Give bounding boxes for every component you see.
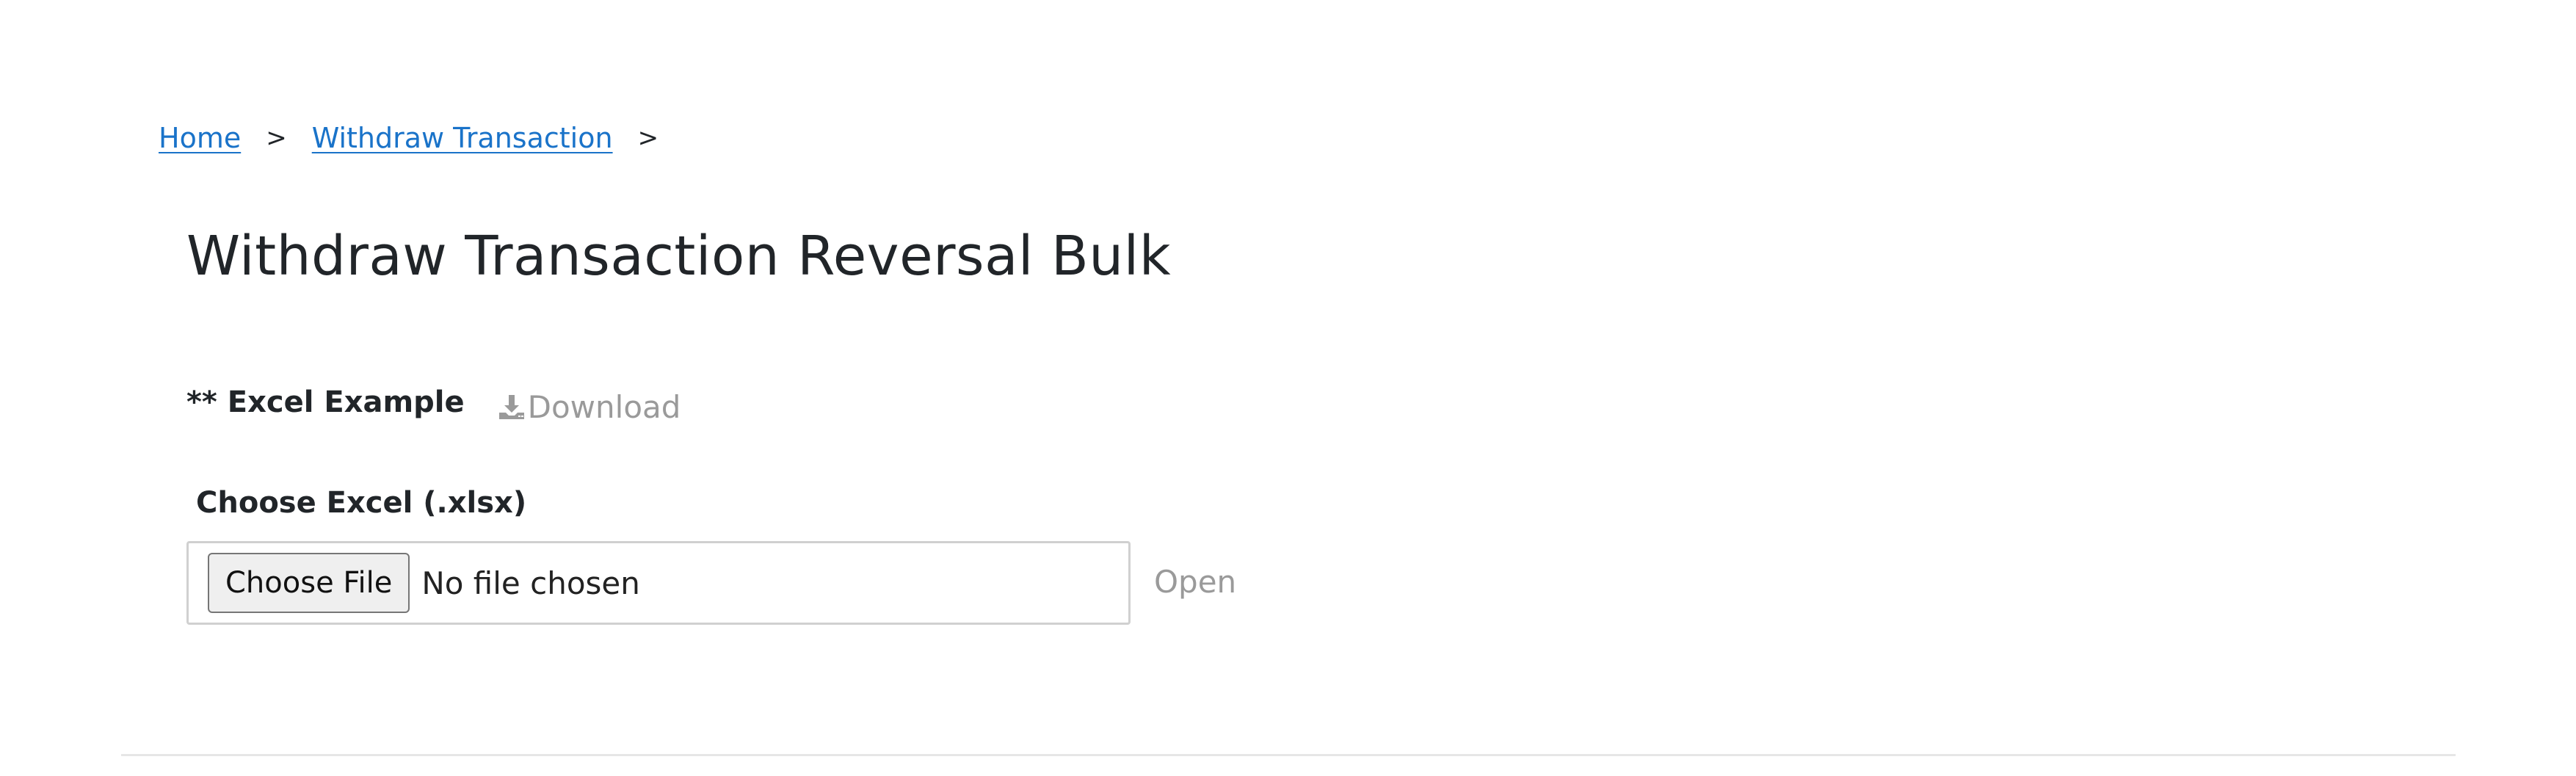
breadcrumb-home-link[interactable]: Home (159, 122, 241, 154)
open-button[interactable]: Open (1154, 564, 1236, 600)
choose-file-button[interactable]: Choose File (208, 553, 410, 613)
download-link[interactable]: Download (497, 389, 681, 425)
page: Home > Withdraw Transaction > Withdraw T… (0, 0, 2576, 776)
page-title: Withdraw Transaction Reversal Bulk (186, 225, 1172, 288)
breadcrumb-separator: > (266, 123, 287, 153)
breadcrumb-withdraw-transaction-link[interactable]: Withdraw Transaction (312, 122, 613, 154)
download-label: Download (527, 388, 681, 425)
breadcrumb-separator: > (637, 123, 659, 153)
choose-excel-label: Choose Excel (.xlsx) (196, 486, 527, 520)
file-status-text: No file chosen (421, 565, 640, 601)
excel-example-row: ** Excel Example Download (186, 380, 681, 425)
excel-example-label: ** Excel Example (186, 385, 465, 419)
file-input[interactable]: Choose File No file chosen (186, 541, 1131, 625)
download-icon (498, 395, 524, 419)
divider (121, 754, 2456, 756)
breadcrumb: Home > Withdraw Transaction > (159, 117, 683, 159)
